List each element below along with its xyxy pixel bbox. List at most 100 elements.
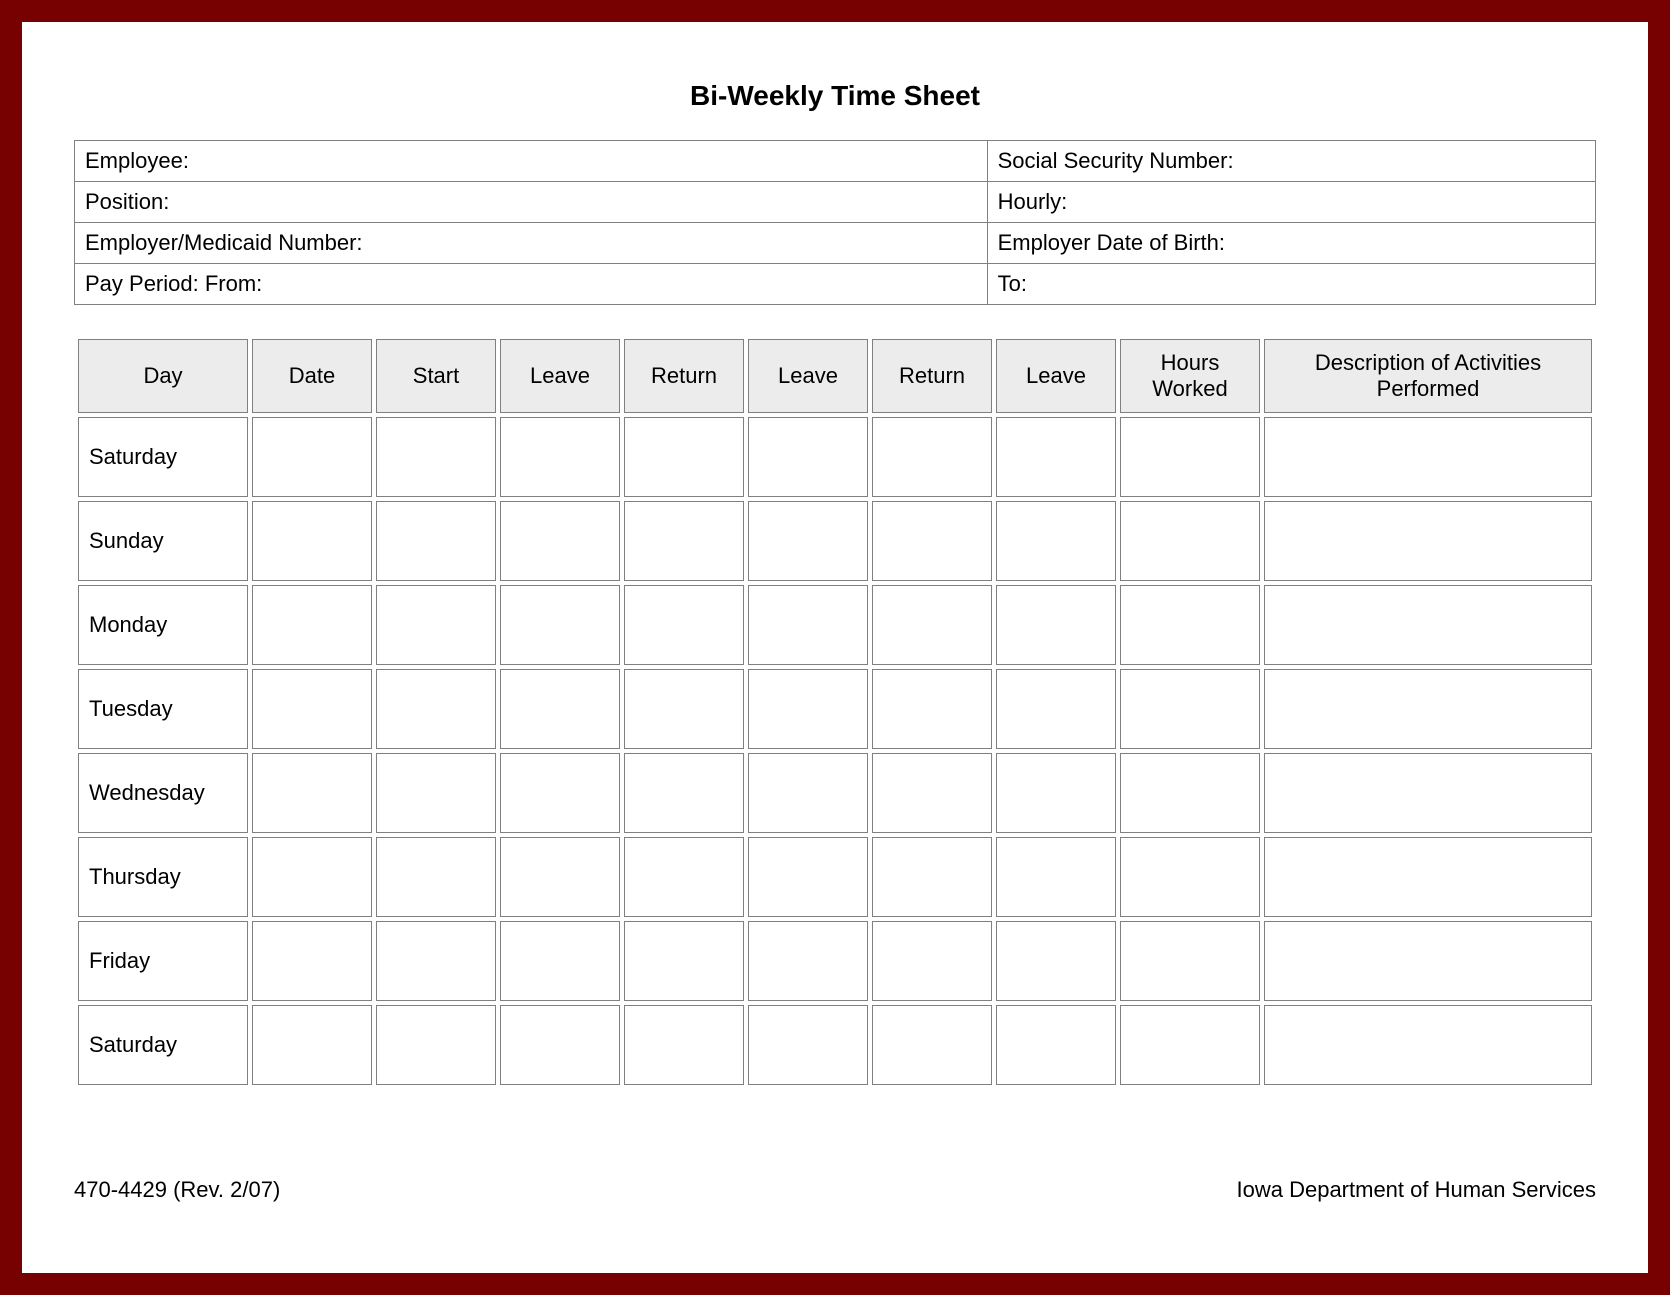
return-cell[interactable]: [872, 417, 992, 497]
leave-cell[interactable]: [996, 1005, 1116, 1085]
employee-label: Employee:: [75, 141, 988, 182]
date-cell[interactable]: [252, 417, 372, 497]
return-cell[interactable]: [872, 501, 992, 581]
leave-cell[interactable]: [748, 837, 868, 917]
start-cell[interactable]: [376, 921, 496, 1001]
date-cell[interactable]: [252, 585, 372, 665]
desc-cell[interactable]: [1264, 501, 1592, 581]
return-cell[interactable]: [872, 1005, 992, 1085]
date-cell[interactable]: [252, 921, 372, 1001]
hours-cell[interactable]: [1120, 753, 1260, 833]
start-cell[interactable]: [376, 753, 496, 833]
day-cell: Thursday: [78, 837, 248, 917]
document-title: Bi-Weekly Time Sheet: [74, 80, 1596, 112]
hours-cell[interactable]: [1120, 921, 1260, 1001]
col-leave2: Leave: [748, 339, 868, 413]
employer-dob-label: Employer Date of Birth:: [987, 223, 1595, 264]
return-cell[interactable]: [872, 753, 992, 833]
return-cell[interactable]: [624, 837, 744, 917]
return-cell[interactable]: [624, 921, 744, 1001]
table-row: Sunday: [78, 501, 1592, 581]
start-cell[interactable]: [376, 585, 496, 665]
return-cell[interactable]: [872, 585, 992, 665]
return-cell[interactable]: [624, 753, 744, 833]
leave-cell[interactable]: [748, 585, 868, 665]
leave-cell[interactable]: [996, 753, 1116, 833]
leave-cell[interactable]: [996, 669, 1116, 749]
leave-cell[interactable]: [748, 417, 868, 497]
return-cell[interactable]: [624, 417, 744, 497]
table-row: Saturday: [78, 417, 1592, 497]
hours-cell[interactable]: [1120, 417, 1260, 497]
footer: 470-4429 (Rev. 2/07) Iowa Department of …: [74, 1177, 1596, 1203]
leave-cell[interactable]: [500, 1005, 620, 1085]
leave-cell[interactable]: [996, 921, 1116, 1001]
department-name: Iowa Department of Human Services: [1237, 1177, 1597, 1203]
leave-cell[interactable]: [500, 417, 620, 497]
start-cell[interactable]: [376, 837, 496, 917]
leave-cell[interactable]: [748, 669, 868, 749]
col-hours: Hours Worked: [1120, 339, 1260, 413]
leave-cell[interactable]: [500, 585, 620, 665]
employee-info-table: Employee: Social Security Number: Positi…: [74, 140, 1596, 305]
desc-cell[interactable]: [1264, 417, 1592, 497]
return-cell[interactable]: [872, 837, 992, 917]
table-row: Friday: [78, 921, 1592, 1001]
leave-cell[interactable]: [500, 837, 620, 917]
leave-cell[interactable]: [748, 921, 868, 1001]
desc-cell[interactable]: [1264, 1005, 1592, 1085]
desc-cell[interactable]: [1264, 669, 1592, 749]
hours-cell[interactable]: [1120, 669, 1260, 749]
date-cell[interactable]: [252, 501, 372, 581]
return-cell[interactable]: [624, 1005, 744, 1085]
leave-cell[interactable]: [748, 753, 868, 833]
leave-cell[interactable]: [748, 1005, 868, 1085]
leave-cell[interactable]: [996, 417, 1116, 497]
position-label: Position:: [75, 182, 988, 223]
leave-cell[interactable]: [996, 501, 1116, 581]
leave-cell[interactable]: [996, 585, 1116, 665]
return-cell[interactable]: [872, 921, 992, 1001]
return-cell[interactable]: [624, 585, 744, 665]
start-cell[interactable]: [376, 1005, 496, 1085]
pay-period-from-label: Pay Period: From:: [75, 264, 988, 305]
hours-cell[interactable]: [1120, 1005, 1260, 1085]
start-cell[interactable]: [376, 669, 496, 749]
col-day: Day: [78, 339, 248, 413]
desc-cell[interactable]: [1264, 921, 1592, 1001]
day-cell: Tuesday: [78, 669, 248, 749]
col-return2: Return: [872, 339, 992, 413]
hours-cell[interactable]: [1120, 585, 1260, 665]
return-cell[interactable]: [872, 669, 992, 749]
date-cell[interactable]: [252, 753, 372, 833]
hours-cell[interactable]: [1120, 837, 1260, 917]
desc-cell[interactable]: [1264, 585, 1592, 665]
start-cell[interactable]: [376, 501, 496, 581]
ssn-label: Social Security Number:: [987, 141, 1595, 182]
date-cell[interactable]: [252, 837, 372, 917]
day-cell: Saturday: [78, 1005, 248, 1085]
col-date: Date: [252, 339, 372, 413]
col-desc: Description of Activities Performed: [1264, 339, 1592, 413]
table-row: Saturday: [78, 1005, 1592, 1085]
return-cell[interactable]: [624, 501, 744, 581]
start-cell[interactable]: [376, 417, 496, 497]
pay-period-to-label: To:: [987, 264, 1595, 305]
leave-cell[interactable]: [500, 921, 620, 1001]
grid-body: Saturday Sunday: [78, 417, 1592, 1085]
date-cell[interactable]: [252, 669, 372, 749]
leave-cell[interactable]: [748, 501, 868, 581]
leave-cell[interactable]: [996, 837, 1116, 917]
leave-cell[interactable]: [500, 669, 620, 749]
table-row: Wednesday: [78, 753, 1592, 833]
desc-cell[interactable]: [1264, 837, 1592, 917]
leave-cell[interactable]: [500, 501, 620, 581]
desc-cell[interactable]: [1264, 753, 1592, 833]
date-cell[interactable]: [252, 1005, 372, 1085]
hours-cell[interactable]: [1120, 501, 1260, 581]
table-row: Tuesday: [78, 669, 1592, 749]
table-row: Monday: [78, 585, 1592, 665]
leave-cell[interactable]: [500, 753, 620, 833]
day-cell: Monday: [78, 585, 248, 665]
return-cell[interactable]: [624, 669, 744, 749]
